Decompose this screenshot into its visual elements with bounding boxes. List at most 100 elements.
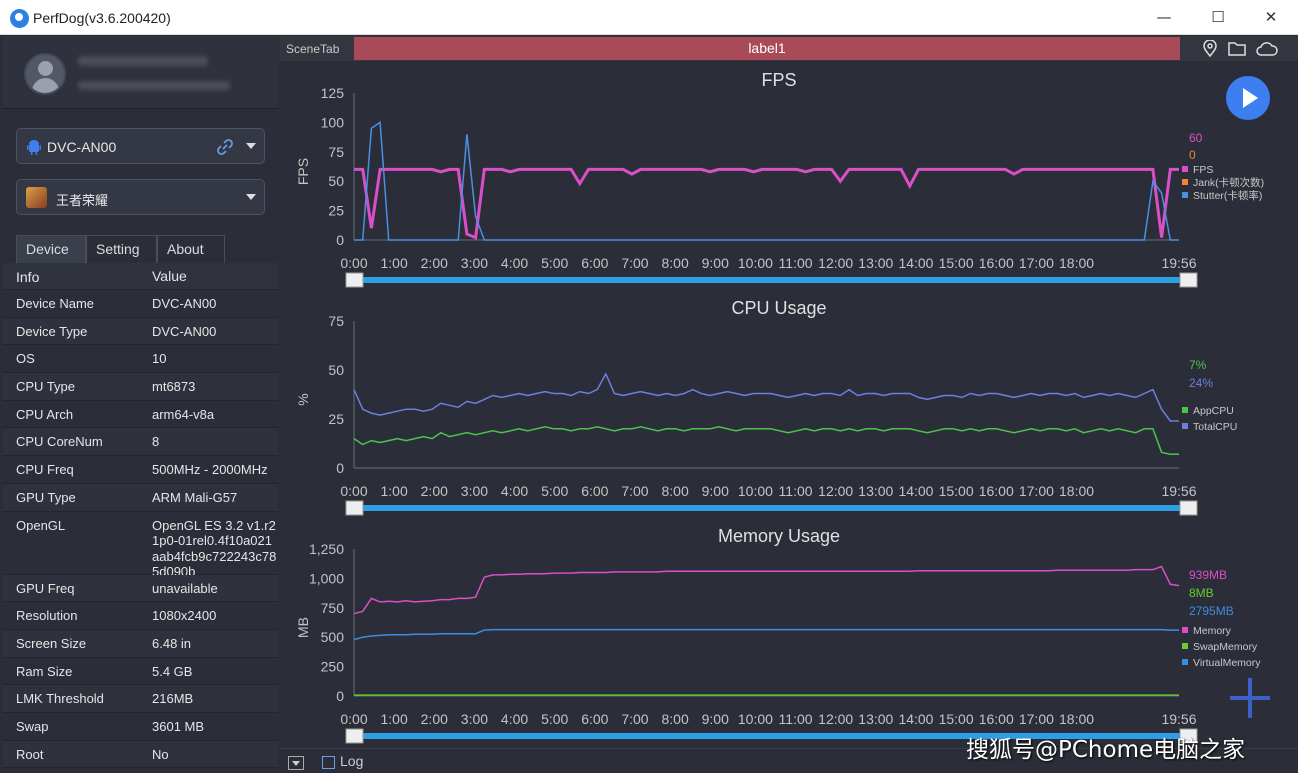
table-row: CPU Type mt6873: [3, 373, 278, 401]
info-value: 1080x2400: [152, 608, 217, 624]
x-tick-label: 1:00: [381, 255, 408, 271]
slider-handle-left: [345, 272, 364, 288]
legend-label: TotalCPU: [1193, 421, 1237, 433]
current-value: 0: [1189, 148, 1196, 162]
table-row: LMK Threshold 216MB: [3, 685, 278, 713]
y-tick-label: 75: [328, 144, 344, 160]
time-range-slider: [359, 505, 1185, 511]
blurred-username: [78, 56, 208, 66]
table-row: GPU Type ARM Mali-G57: [3, 483, 278, 512]
legend-label: SwapMemory: [1193, 641, 1258, 653]
info-key: OpenGL: [16, 517, 66, 533]
info-value: arm64-v8a: [152, 406, 215, 422]
log-label: Log: [340, 753, 364, 769]
log-checkbox[interactable]: [322, 756, 335, 769]
x-tick-label: 0:00: [340, 255, 367, 271]
x-tick-label: 10:00: [738, 711, 773, 727]
table-row: Ram Size 5.4 GB: [3, 658, 278, 686]
info-key: Screen Size: [16, 635, 87, 651]
x-tick-label: 3:00: [461, 255, 488, 271]
x-tick-label: 12:00: [818, 483, 853, 499]
x-tick-label: 13:00: [858, 255, 893, 271]
y-tick-label: 125: [321, 85, 345, 101]
x-tick-label: 2:00: [421, 711, 448, 727]
series-line: [353, 426, 1179, 456]
close-button[interactable]: ✕: [1256, 6, 1286, 28]
info-value: 500MHz - 2000MHz: [152, 462, 268, 478]
device-select[interactable]: DVC-AN00: [16, 128, 265, 164]
title-bar: PerfDog(v3.6.200420) — ☐ ✕: [0, 0, 1298, 35]
legend-label: AppCPU: [1193, 405, 1234, 417]
sidebar: DVC-AN00 王者荣耀 Device Setting About Info …: [3, 36, 278, 773]
x-tick-label: 19:56: [1161, 483, 1196, 499]
tab-about[interactable]: About: [157, 235, 225, 263]
info-key: CPU Freq: [16, 462, 74, 478]
info-value: 216MB: [152, 691, 194, 707]
tab-setting[interactable]: Setting: [86, 235, 157, 263]
current-value: 2795MB: [1189, 604, 1234, 618]
chart-title: Memory Usage: [718, 526, 840, 546]
legend-label: Jank(卡顿次数): [1193, 176, 1264, 189]
avatar[interactable]: [24, 53, 66, 95]
x-tick-label: 19:56: [1161, 255, 1196, 271]
x-tick-label: 4:00: [501, 483, 528, 499]
y-tick-label: 25: [328, 411, 344, 427]
dropdown-button[interactable]: [288, 756, 304, 770]
slider-handle-left: [345, 500, 364, 516]
tab-device[interactable]: Device: [16, 235, 86, 263]
y-tick-label: 25: [328, 203, 344, 219]
info-value: 5.4 GB: [152, 663, 193, 679]
x-tick-label: 2:00: [421, 483, 448, 499]
current-value: 24%: [1189, 376, 1213, 390]
current-value: 8MB: [1189, 586, 1214, 600]
table-row: Resolution 1080x2400: [3, 602, 278, 630]
play-button[interactable]: [1226, 76, 1270, 120]
x-tick-label: 0:00: [340, 483, 367, 499]
x-tick-label: 14:00: [898, 711, 933, 727]
app-select[interactable]: 王者荣耀: [16, 179, 265, 215]
legend-label: VirtualMemory: [1193, 657, 1261, 669]
info-key: GPU Type: [16, 489, 76, 505]
x-tick-label: 11:00: [779, 711, 813, 727]
info-key: CPU CoreNum: [16, 434, 103, 450]
x-tick-label: 1:00: [381, 483, 408, 499]
x-tick-label: 10:00: [738, 483, 773, 499]
series-line: [354, 121, 1179, 241]
info-key: GPU Freq: [16, 580, 75, 596]
info-value: DVC-AN00: [152, 296, 217, 311]
y-tick-label: 75: [328, 313, 344, 329]
legend-swatch: [1182, 166, 1188, 172]
slider-handle-right: [1179, 272, 1198, 288]
legend-swatch: [1182, 192, 1188, 198]
app-select-value: 王者荣耀: [56, 193, 109, 208]
info-key: LMK Threshold: [16, 691, 104, 707]
table-row: Screen Size 6.48 in: [3, 629, 278, 658]
minimize-button[interactable]: —: [1149, 6, 1179, 28]
table-row: OS 10: [3, 345, 278, 374]
user-profile: [3, 36, 278, 109]
info-key: OS: [16, 351, 35, 367]
x-tick-label: 14:00: [898, 483, 933, 499]
x-tick-label: 16:00: [979, 711, 1014, 727]
chart-title: FPS: [761, 70, 796, 90]
info-key: Device Name: [16, 296, 95, 311]
chevron-down-icon: [246, 143, 256, 149]
window-title: PerfDog(v3.6.200420): [33, 10, 171, 26]
table-row: CPU CoreNum 8: [3, 428, 278, 457]
info-value: 6.48 in: [152, 635, 192, 651]
time-range-slider: [359, 277, 1185, 283]
series-line: [353, 628, 1179, 641]
y-tick-label: 50: [328, 173, 344, 189]
y-tick-label: 1,000: [309, 570, 344, 586]
maximize-button[interactable]: ☐: [1203, 6, 1233, 28]
table-header: Info Value: [3, 263, 278, 290]
link-icon[interactable]: [217, 139, 233, 155]
add-button[interactable]: [1228, 678, 1272, 722]
x-tick-label: 8:00: [661, 711, 688, 727]
y-axis-label: %: [295, 393, 311, 405]
x-tick-label: 9:00: [702, 483, 729, 499]
y-tick-label: 50: [328, 362, 344, 378]
table-row: CPU Freq 500MHz - 2000MHz: [3, 456, 278, 484]
x-tick-label: 15:00: [939, 483, 974, 499]
x-tick-label: 14:00: [898, 255, 933, 271]
